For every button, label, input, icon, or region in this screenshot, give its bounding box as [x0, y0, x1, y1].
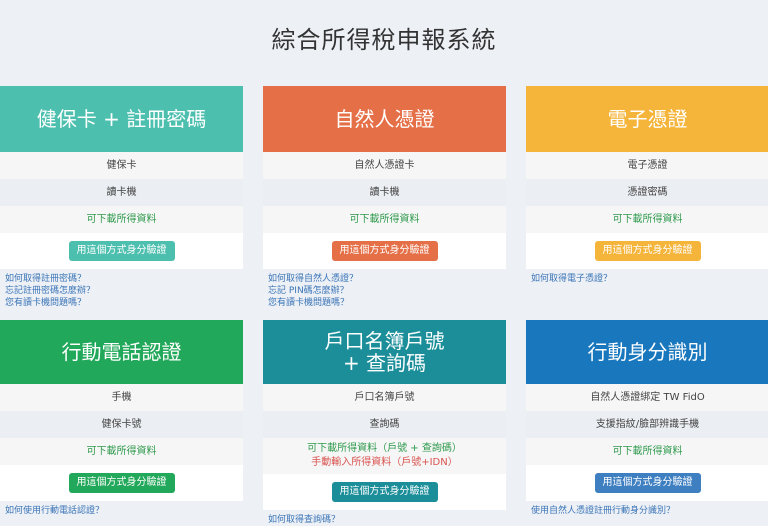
requirement-row: 手機	[0, 384, 243, 411]
verify-button[interactable]: 用這個方式身分驗證	[331, 482, 438, 502]
help-links: 如何取得自然人憑證？ 忘記 PIN碼怎麼辦？ 您有讀卡機問題嗎？	[263, 269, 506, 309]
download-status: 可下載所得資料	[526, 206, 768, 233]
help-link[interactable]: 如何取得查詢碼？	[268, 514, 501, 526]
card-nhi-card: 健保卡 + 註冊密碼 健保卡 讀卡機 可下載所得資料 用這個方式身分驗證 如何取…	[0, 86, 243, 309]
help-link[interactable]: 忘記 PIN碼怎麼辦？	[268, 285, 501, 297]
manual-input-status: 手動輸入所得資料（戶號+IDN）	[311, 457, 458, 468]
requirement-row: 憑證密碼	[526, 179, 768, 206]
requirement-row: 戶口名簿戶號	[263, 384, 506, 411]
help-links: 如何取得註冊密碼？ 忘記註冊密碼怎麼辦？ 您有讀卡機問題嗎？	[0, 269, 243, 309]
requirement-row: 電子憑證	[526, 152, 768, 179]
card-e-certificate: 電子憑證 電子憑證 憑證密碼 可下載所得資料 用這個方式身分驗證 如何取得電子憑…	[526, 86, 768, 285]
download-status: 可下載所得資料（戶號 + 查詢碼）	[307, 443, 462, 454]
download-status: 可下載所得資料	[0, 206, 243, 233]
requirement-row: 自然人憑證綁定 TW FidO	[526, 384, 768, 411]
requirement-row: 健保卡號	[0, 411, 243, 438]
verify-button[interactable]: 用這個方式身分驗證	[68, 241, 175, 261]
button-row: 用這個方式身分驗證	[263, 233, 506, 269]
page-title: 綜合所得稅申報系統	[271, 26, 497, 54]
button-row: 用這個方式身分驗證	[263, 474, 506, 510]
verify-button[interactable]: 用這個方式身分驗證	[331, 241, 438, 261]
download-status-group: 可下載所得資料（戶號 + 查詢碼） 手動輸入所得資料（戶號+IDN）	[263, 438, 506, 474]
card-title: 電子憑證	[526, 86, 768, 152]
requirement-row: 自然人憑證卡	[263, 152, 506, 179]
card-title: 戶口名簿戶號 + 查詢碼	[263, 320, 506, 384]
help-link[interactable]: 如何使用行動電話認證？	[5, 505, 238, 517]
help-links: 如何使用行動電話認證？	[0, 501, 243, 517]
help-link[interactable]: 如何取得註冊密碼？	[5, 273, 238, 285]
requirement-row: 查詢碼	[263, 411, 506, 438]
help-link[interactable]: 使用自然人憑證註冊行動身分識別？	[531, 505, 764, 517]
help-link[interactable]: 忘記註冊密碼怎麼辦？	[5, 285, 238, 297]
button-row: 用這個方式身分驗證	[526, 233, 768, 269]
card-title-line: + 查詢碼	[342, 351, 427, 375]
button-row: 用這個方式身分驗證	[0, 465, 243, 501]
help-link[interactable]: 如何取得自然人憑證？	[268, 273, 501, 285]
help-links: 使用自然人憑證註冊行動身分識別？	[526, 501, 768, 517]
verify-button[interactable]: 用這個方式身分驗證	[68, 473, 175, 493]
card-title: 行動電話認證	[0, 320, 243, 384]
card-title: 行動身分識別	[526, 320, 768, 384]
button-row: 用這個方式身分驗證	[526, 465, 768, 501]
card-mobile-phone: 行動電話認證 手機 健保卡號 可下載所得資料 用這個方式身分驗證 如何使用行動電…	[0, 320, 243, 517]
download-status: 可下載所得資料	[526, 438, 768, 465]
card-mobile-id: 行動身分識別 自然人憑證綁定 TW FidO 支援指紋/臉部辨識手機 可下載所得…	[526, 320, 768, 517]
help-link[interactable]: 您有讀卡機問題嗎？	[5, 297, 238, 309]
requirement-row: 讀卡機	[263, 179, 506, 206]
card-household-registration: 戶口名簿戶號 + 查詢碼 戶口名簿戶號 查詢碼 可下載所得資料（戶號 + 查詢碼…	[263, 320, 506, 526]
card-title: 自然人憑證	[263, 86, 506, 152]
card-title-line: 戶口名簿戶號	[324, 329, 445, 353]
verify-button[interactable]: 用這個方式身分驗證	[594, 241, 701, 261]
download-status: 可下載所得資料	[0, 438, 243, 465]
download-status: 可下載所得資料	[263, 206, 506, 233]
help-link[interactable]: 您有讀卡機問題嗎？	[268, 297, 501, 309]
card-citizen-certificate: 自然人憑證 自然人憑證卡 讀卡機 可下載所得資料 用這個方式身分驗證 如何取得自…	[263, 86, 506, 309]
requirement-row: 健保卡	[0, 152, 243, 179]
help-links: 如何取得電子憑證？	[526, 269, 768, 285]
requirement-row: 支援指紋/臉部辨識手機	[526, 411, 768, 438]
card-title: 健保卡 + 註冊密碼	[0, 86, 243, 152]
button-row: 用這個方式身分驗證	[0, 233, 243, 269]
requirement-row: 讀卡機	[0, 179, 243, 206]
verify-button[interactable]: 用這個方式身分驗證	[594, 473, 701, 493]
help-link[interactable]: 如何取得電子憑證？	[531, 273, 764, 285]
